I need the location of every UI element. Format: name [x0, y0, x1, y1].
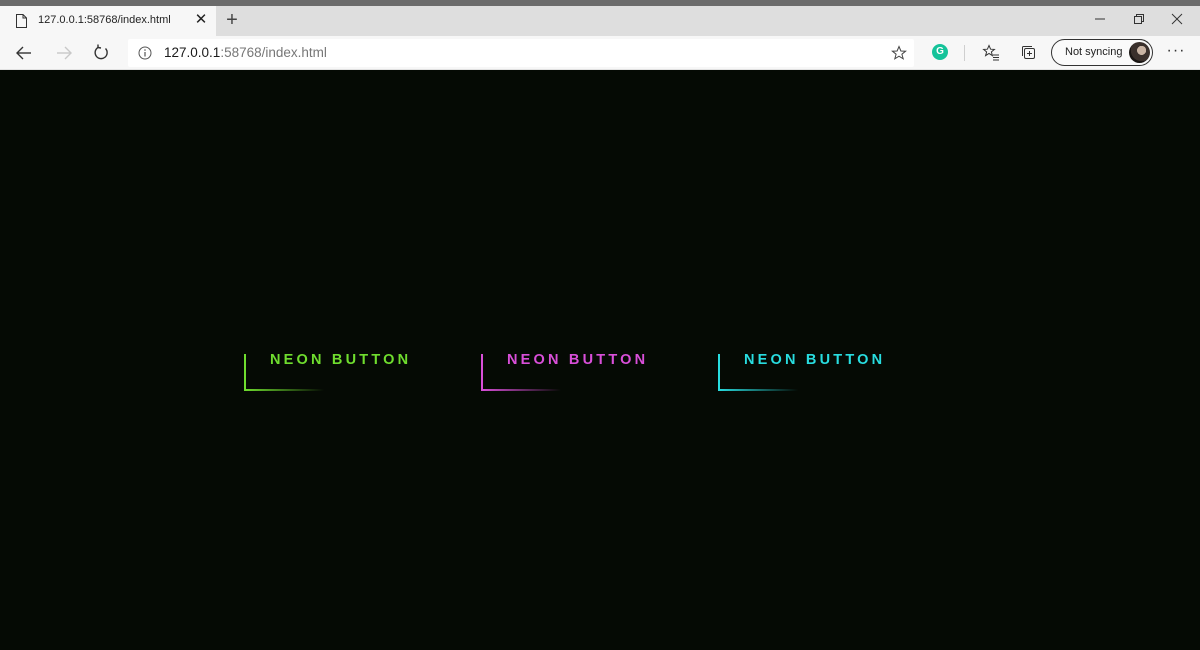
minimize-icon[interactable] [1090, 10, 1110, 28]
neon-corner-vertical [244, 354, 246, 390]
url-text[interactable]: 127.0.0.1:58768/index.html [164, 45, 327, 60]
neon-corner-vertical [481, 354, 483, 390]
neon-corner-horizontal [481, 389, 561, 391]
avatar [1129, 42, 1150, 63]
neon-corner-horizontal [244, 389, 324, 391]
restore-icon[interactable] [1129, 10, 1149, 28]
tab-close-icon[interactable]: ✕ [193, 12, 209, 28]
close-window-icon[interactable] [1167, 10, 1187, 28]
favorite-star-icon[interactable] [891, 45, 907, 61]
browser-tab[interactable]: 127.0.0.1:58768/index.html ✕ [0, 6, 216, 36]
collections-icon[interactable] [1020, 44, 1038, 62]
forward-arrow-icon[interactable] [55, 44, 73, 62]
page-icon [16, 14, 27, 28]
toolbar-separator [964, 45, 965, 61]
back-arrow-icon[interactable] [15, 44, 33, 62]
url-path: :58768/index.html [220, 45, 327, 60]
grammarly-extension-icon[interactable]: G [932, 44, 948, 60]
sync-status-label: Not syncing [1065, 46, 1123, 58]
address-bar[interactable]: 127.0.0.1:58768/index.html [128, 39, 914, 67]
neon-button-label: NEON BUTTON [507, 352, 649, 368]
neon-button-label: NEON BUTTON [270, 352, 412, 368]
grammarly-letter: G [936, 46, 944, 57]
page-viewport: NEON BUTTON NEON BUTTON NEON BUTTON [0, 70, 1200, 650]
profile-sync-button[interactable]: Not syncing [1051, 39, 1153, 66]
neon-button-green[interactable]: NEON BUTTON [244, 352, 424, 392]
neon-button-label: NEON BUTTON [744, 352, 886, 368]
url-host: 127.0.0.1 [164, 45, 221, 60]
neon-corner-horizontal [718, 389, 798, 391]
tab-title: 127.0.0.1:58768/index.html [38, 14, 171, 26]
info-icon[interactable] [138, 46, 152, 60]
tab-bar: 127.0.0.1:58768/index.html ✕ + [0, 6, 1200, 36]
reload-icon[interactable] [92, 44, 110, 62]
more-menu-icon[interactable]: ··· [1166, 43, 1186, 62]
new-tab-button[interactable]: + [222, 9, 242, 31]
neon-button-pink[interactable]: NEON BUTTON [481, 352, 661, 392]
neon-button-cyan[interactable]: NEON BUTTON [718, 352, 898, 392]
neon-corner-vertical [718, 354, 720, 390]
favorites-list-icon[interactable] [982, 44, 1000, 62]
